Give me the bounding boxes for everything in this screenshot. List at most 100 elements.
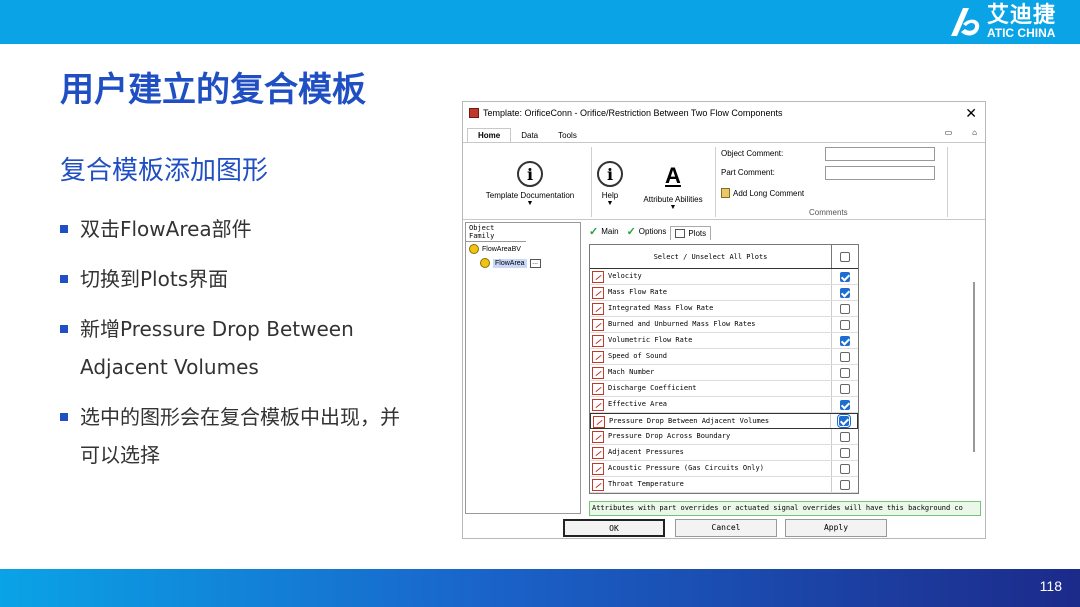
- object-comment-label: Object Comment:: [721, 149, 784, 158]
- document-icon: [721, 188, 730, 198]
- tab-home[interactable]: Home: [467, 128, 512, 142]
- plot-row[interactable]: Discharge Coefficient: [590, 381, 858, 397]
- help-chevron-icon[interactable]: ⌂: [972, 128, 977, 137]
- page-number: 118: [1039, 578, 1062, 594]
- part-icon: [469, 244, 479, 254]
- plot-row[interactable]: Pressure Drop Between Adjacent Volumes: [590, 413, 858, 429]
- plot-label: Adjacent Pressures: [608, 445, 832, 460]
- company-logo: 艾迪捷 ATIC CHINA: [947, 3, 1056, 41]
- plot-checkbox[interactable]: [840, 447, 850, 458]
- plot-label: Integrated Mass Flow Rate: [608, 301, 832, 316]
- template-documentation-label: Template Documentation: [485, 191, 575, 200]
- plot-checkbox[interactable]: [840, 335, 850, 346]
- plot-checkbox[interactable]: [837, 414, 851, 428]
- tab-plots-label: Plots: [688, 229, 707, 238]
- plot-row[interactable]: Effective Area: [590, 397, 858, 413]
- tab-data[interactable]: Data: [511, 129, 548, 142]
- plot-icon: [592, 431, 604, 443]
- brand-en: ATIC CHINA: [986, 26, 1056, 40]
- close-icon[interactable]: ✕: [965, 105, 977, 122]
- plot-row[interactable]: Pressure Drop Across Boundary: [590, 429, 858, 445]
- tab-main[interactable]: ✓ Main: [585, 223, 623, 240]
- top-banner: 艾迪捷 ATIC CHINA: [0, 0, 1080, 44]
- attribute-abilities-button[interactable]: A Attribute Abilities ▼: [633, 161, 713, 211]
- plot-icon: [592, 335, 604, 347]
- minimize-ribbon-icon[interactable]: ▭: [945, 128, 953, 137]
- ribbon-panel: i Template Documentation ▼ i Help ▼ A At…: [463, 142, 985, 220]
- font-a-icon: A: [665, 163, 681, 188]
- select-all-checkbox[interactable]: [840, 251, 850, 262]
- info-icon: i: [597, 161, 623, 187]
- attributes-pane: ✓ Main ✓ Options Plots Select / Unselect…: [585, 222, 983, 514]
- tree-item-root[interactable]: FlowAreaBV: [466, 242, 580, 256]
- template-dialog: Template: OrificeConn - Orifice/Restrict…: [462, 101, 986, 539]
- atic-logo-icon: [950, 8, 980, 36]
- help-label: Help: [601, 191, 619, 200]
- help-button[interactable]: i Help ▼: [595, 161, 625, 207]
- bullet-item: 切换到Plots界面: [60, 260, 400, 298]
- plot-row[interactable]: Mass Flow Rate: [590, 285, 858, 301]
- ribbon-tabs: Home Data Tools ▭ ⌂: [463, 124, 985, 142]
- plot-icon: [592, 271, 604, 283]
- plot-checkbox[interactable]: [840, 383, 850, 394]
- plot-label: Speed of Sound: [608, 349, 832, 364]
- plot-label: Effective Area: [608, 397, 832, 412]
- tab-options[interactable]: ✓ Options: [623, 223, 671, 240]
- plot-label: Mach Number: [608, 365, 832, 380]
- tab-plots[interactable]: Plots: [670, 226, 712, 240]
- template-documentation-button[interactable]: i Template Documentation ▼: [471, 161, 589, 207]
- plot-icon: [592, 447, 604, 459]
- ribbon-separator: [947, 147, 948, 217]
- plot-checkbox[interactable]: [840, 351, 850, 362]
- plot-checkbox[interactable]: [840, 271, 850, 282]
- tree-item-flowarea[interactable]: FlowArea ...: [466, 256, 580, 270]
- apply-button[interactable]: Apply: [785, 519, 887, 537]
- tree-root-label: FlowAreaBV: [482, 245, 521, 253]
- part-comment-input[interactable]: [825, 166, 935, 180]
- plots-grid: Select / Unselect All Plots Velocity Mass…: [589, 244, 859, 494]
- plot-checkbox[interactable]: [840, 287, 850, 298]
- plot-checkbox[interactable]: [840, 463, 850, 474]
- plot-row[interactable]: Volumetric Flow Rate: [590, 333, 858, 349]
- dialog-titlebar[interactable]: Template: OrificeConn - Orifice/Restrict…: [463, 102, 985, 124]
- tree-child-label: FlowArea: [493, 258, 527, 268]
- chevron-down-icon: ▼: [606, 200, 614, 207]
- bullet-item: 双击FlowArea部件: [60, 210, 400, 248]
- bullet-list: 双击FlowArea部件 切换到Plots界面 新增Pressure Drop …: [60, 210, 400, 486]
- plot-row[interactable]: Integrated Mass Flow Rate: [590, 301, 858, 317]
- scrollbar[interactable]: [973, 282, 975, 452]
- tab-tools[interactable]: Tools: [548, 129, 587, 142]
- attribute-abilities-label: Attribute Abilities: [643, 195, 703, 204]
- plot-icon: [592, 287, 604, 299]
- plot-row[interactable]: Burned and Unburned Mass Flow Rates: [590, 317, 858, 333]
- status-legend: Attributes with part overrides or actuat…: [589, 501, 981, 516]
- slide-subtitle: 复合模板添加图形: [60, 156, 269, 186]
- plot-row[interactable]: Throat Temperature: [590, 477, 858, 493]
- plot-checkbox[interactable]: [840, 399, 850, 410]
- plot-row[interactable]: Speed of Sound: [590, 349, 858, 365]
- ok-button[interactable]: OK: [563, 519, 665, 537]
- plot-label: Velocity: [608, 269, 832, 284]
- plot-icon: [592, 463, 604, 475]
- plot-row[interactable]: Mach Number: [590, 365, 858, 381]
- plot-checkbox[interactable]: [840, 431, 850, 442]
- plot-row[interactable]: Acoustic Pressure (Gas Circuits Only): [590, 461, 858, 477]
- plot-checkbox[interactable]: [840, 303, 850, 314]
- plot-checkbox[interactable]: [840, 479, 850, 490]
- plot-icon: [593, 416, 605, 428]
- add-long-comment-button[interactable]: Add Long Comment: [721, 188, 804, 198]
- plot-icon: [592, 303, 604, 315]
- cancel-button[interactable]: Cancel: [675, 519, 777, 537]
- check-icon: ✓: [626, 226, 636, 238]
- more-button[interactable]: ...: [529, 258, 541, 268]
- plot-icon: [592, 367, 604, 379]
- plot-row[interactable]: Adjacent Pressures: [590, 445, 858, 461]
- plot-checkbox[interactable]: [840, 367, 850, 378]
- plot-checkbox[interactable]: [840, 319, 850, 330]
- plot-label: Volumetric Flow Rate: [608, 333, 832, 348]
- select-all-label: Select / Unselect All Plots: [590, 245, 832, 268]
- object-comment-input[interactable]: [825, 147, 935, 161]
- plot-row[interactable]: Velocity: [590, 269, 858, 285]
- bullet-item: 选中的图形会在复合模板中出现，并可以选择: [60, 398, 400, 474]
- slide-title: 用户建立的复合模板: [60, 70, 366, 110]
